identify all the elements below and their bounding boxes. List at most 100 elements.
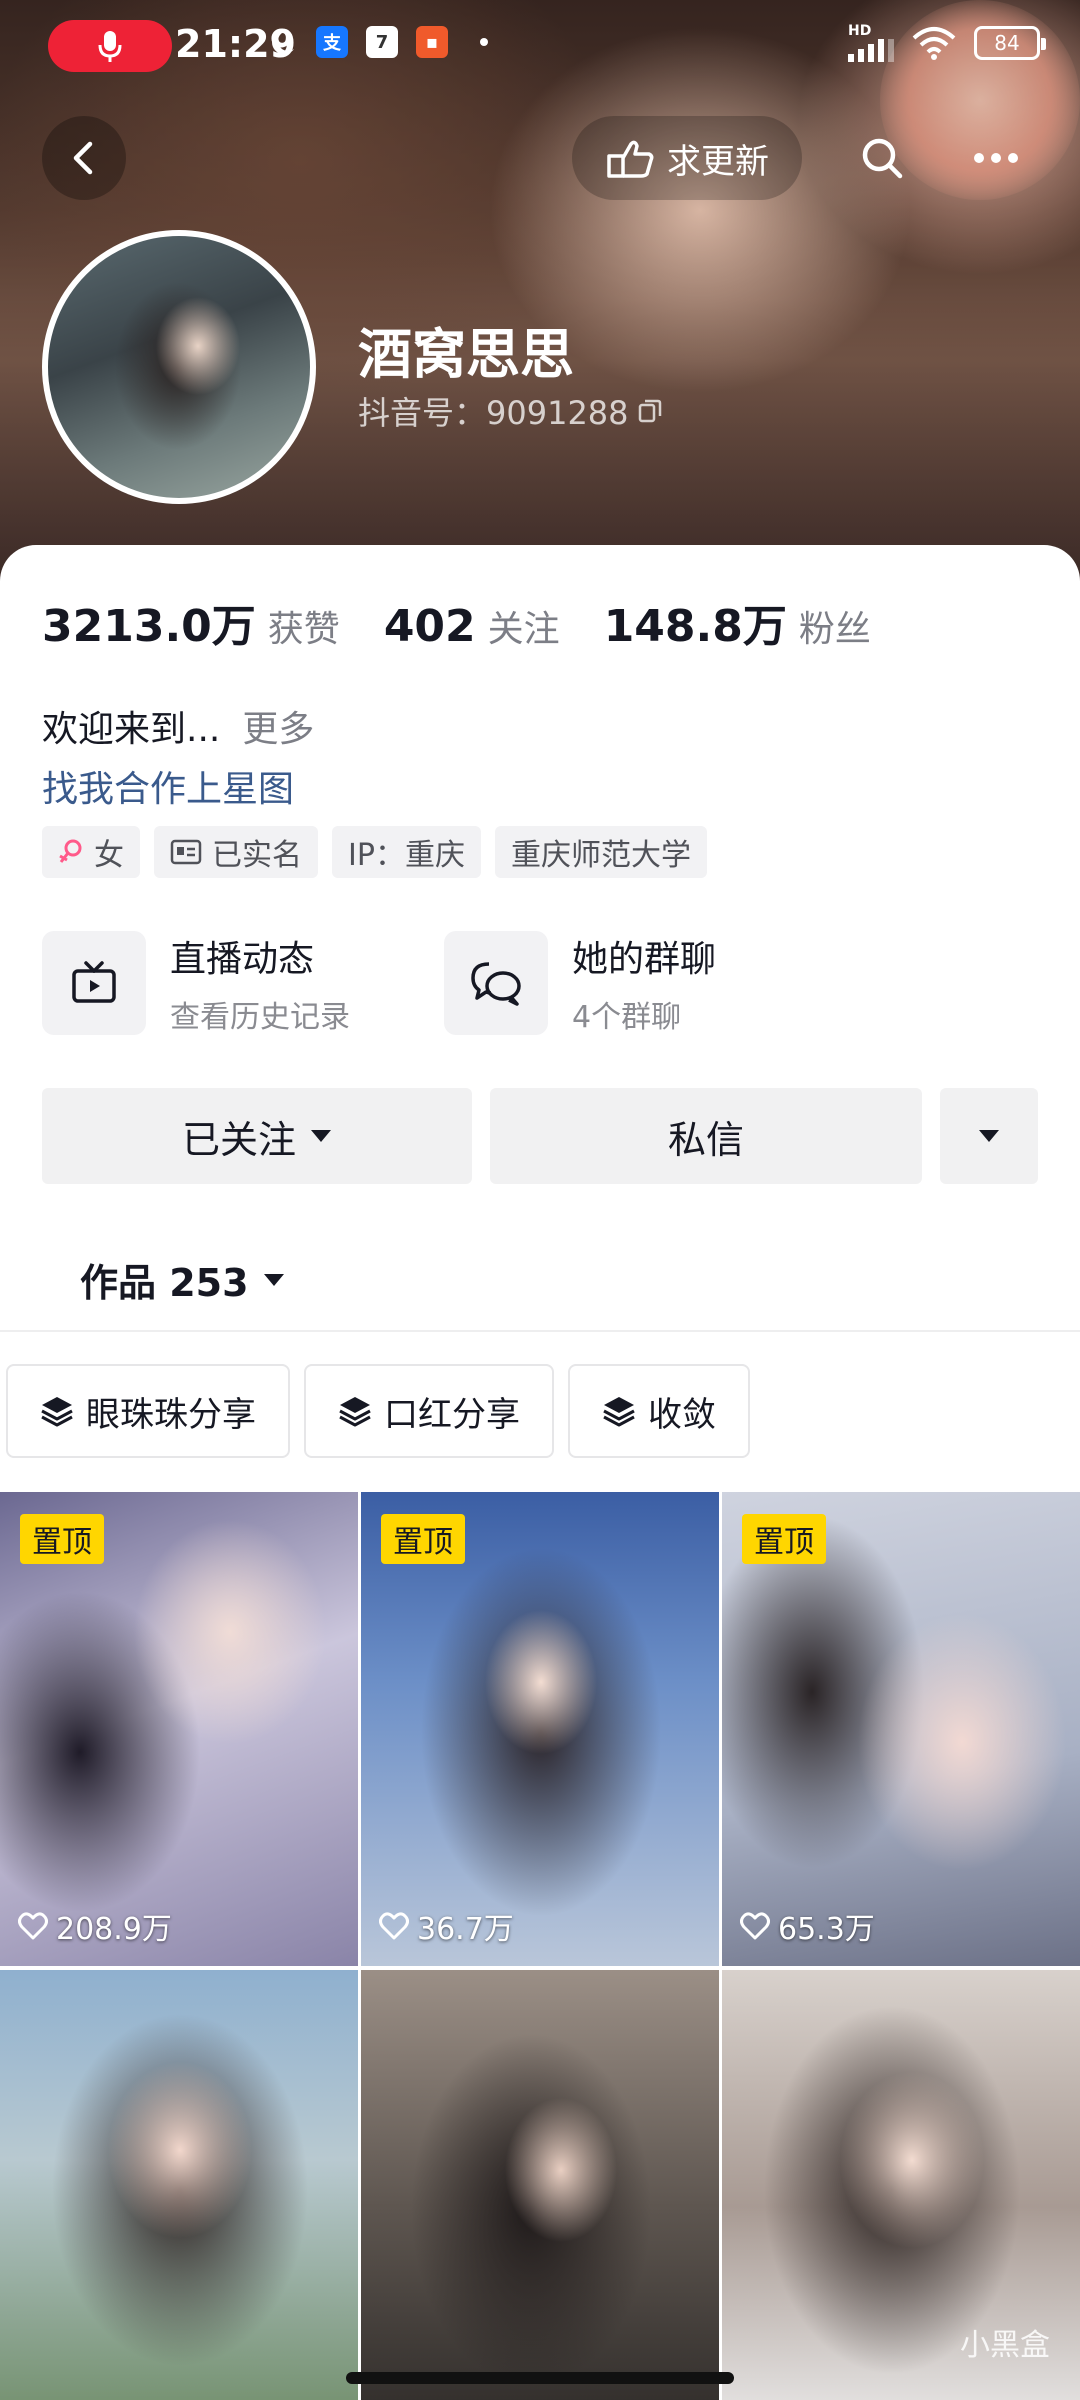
video-likes: 208.9万	[18, 1904, 172, 1948]
layers-icon	[339, 1397, 371, 1427]
video-thumbnail[interactable]	[361, 1970, 719, 2400]
ip-tag: IP：重庆	[332, 826, 481, 878]
bio-text: 欢迎来到...	[42, 709, 221, 750]
status-bar: 21:29 支 7 ▪ HD 84	[0, 0, 1080, 90]
notification-dot-icon	[480, 38, 488, 46]
video-likes: 65.3万	[740, 1904, 875, 1948]
more-dots-icon	[974, 153, 1018, 163]
section-divider	[0, 1330, 1080, 1332]
video-thumbnail[interactable]	[0, 1970, 358, 2400]
video-likes: 36.7万	[379, 1904, 514, 1948]
caret-down-icon	[979, 1130, 999, 1142]
works-tab[interactable]: 作品 253	[80, 1252, 285, 1307]
layers-icon	[603, 1397, 635, 1427]
video-thumbnail[interactable]: 置顶 65.3万	[722, 1492, 1080, 1966]
pinned-badge: 置顶	[20, 1514, 104, 1564]
copy-icon[interactable]	[637, 398, 663, 424]
video-likes-count: 208.9万	[56, 1912, 172, 1947]
home-indicator[interactable]	[346, 2372, 734, 2384]
group-chat-title: 她的群聊	[572, 939, 717, 980]
request-update-label: 求更新	[667, 141, 769, 182]
group-chat-subtitle: 4个群聊	[572, 1000, 682, 1035]
verified-label: 已实名	[212, 838, 302, 873]
followers-count: 148.8万	[603, 601, 787, 652]
video-thumbnail[interactable]: 置顶 208.9万	[0, 1492, 358, 1966]
followers-label: 粉丝	[798, 609, 871, 650]
heart-icon	[740, 1912, 770, 1940]
caret-down-icon	[263, 1273, 284, 1286]
search-icon	[862, 138, 903, 179]
calendar-day: 7	[375, 31, 389, 53]
likes-label: 获赞	[267, 609, 340, 650]
search-button[interactable]	[840, 116, 924, 200]
bio: 欢迎来到... 更多	[42, 700, 314, 752]
clipboard-app-icon: ▪	[416, 26, 448, 58]
following-button-label: 已关注	[181, 1117, 296, 1162]
mic-recording-indicator	[48, 20, 172, 72]
profile-stats: 3213.0万 获赞 402 关注 148.8万 粉丝	[42, 590, 871, 654]
watermark-text: 小黑盒	[960, 2328, 1050, 2363]
video-likes-count: 65.3万	[778, 1912, 875, 1947]
hd-label: HD	[848, 23, 872, 39]
back-arrow-icon	[73, 141, 93, 175]
video-grid: 置顶 208.9万 置顶 36.7万 置顶 65.3万	[0, 1492, 1080, 2400]
battery-level: 84	[994, 31, 1020, 55]
collection-chips: 眼珠珠分享 口红分享 收敛	[6, 1364, 750, 1458]
works-tab-label: 作品 253	[80, 1261, 249, 1305]
verified-tag: 已实名	[154, 826, 318, 878]
star-map-link[interactable]: 找我合作上星图	[42, 760, 294, 812]
collection-label: 收敛	[648, 1394, 716, 1435]
caret-down-icon	[311, 1130, 331, 1142]
school-label: 重庆师范大学	[510, 838, 691, 873]
female-icon	[59, 839, 82, 863]
live-history-entry[interactable]: 直播动态 查看历史记录	[42, 930, 350, 1036]
collection-label: 眼珠珠分享	[86, 1394, 256, 1435]
tv-live-icon	[72, 961, 116, 1003]
microphone-icon	[98, 31, 122, 62]
ip-label: IP：重庆	[348, 838, 465, 873]
douyin-id[interactable]: 抖音号：9091288	[358, 388, 663, 434]
live-history-title: 直播动态	[170, 939, 315, 980]
profile-tags: 女 已实名 IP：重庆 重庆师范大学	[42, 826, 707, 878]
following-button[interactable]: 已关注	[42, 1088, 472, 1184]
recommend-toggle-button[interactable]	[940, 1088, 1038, 1184]
heart-icon	[18, 1912, 48, 1940]
bio-more-link[interactable]: 更多	[242, 709, 314, 750]
live-history-subtitle: 查看历史记录	[170, 1000, 350, 1035]
following-label: 关注	[487, 609, 560, 650]
pointing-hand-icon	[607, 140, 654, 178]
moon-icon	[272, 30, 294, 55]
group-chat-entry[interactable]: 她的群聊 4个群聊	[444, 930, 716, 1036]
following-stat[interactable]: 402 关注	[384, 600, 560, 652]
douyin-id-text: 抖音号：9091288	[358, 394, 629, 432]
collection-chip[interactable]: 收敛	[568, 1364, 750, 1458]
profile-name: 酒窝思思	[358, 323, 574, 386]
more-options-button[interactable]	[954, 116, 1038, 200]
gender-tag: 女	[42, 826, 140, 878]
gender-label: 女	[94, 838, 124, 873]
signal-icon: HD	[848, 24, 894, 62]
request-update-button[interactable]: 求更新	[572, 116, 802, 200]
profile-avatar[interactable]	[42, 230, 316, 504]
alipay-icon: 支	[316, 26, 348, 58]
video-likes-count: 36.7万	[417, 1912, 514, 1947]
collection-chip[interactable]: 眼珠珠分享	[6, 1364, 290, 1458]
following-count: 402	[383, 601, 476, 652]
likes-stat[interactable]: 3213.0万 获赞	[42, 590, 340, 654]
battery-icon: 84	[974, 26, 1046, 60]
watermark: 小黑盒	[960, 2320, 1050, 2364]
collection-label: 口红分享	[384, 1394, 520, 1435]
video-thumbnail[interactable]: 置顶 36.7万	[361, 1492, 719, 1966]
calendar-icon: 7	[366, 26, 398, 58]
pinned-badge: 置顶	[381, 1514, 465, 1564]
id-card-icon	[170, 839, 202, 865]
wifi-icon	[912, 27, 956, 60]
message-button[interactable]: 私信	[490, 1088, 922, 1184]
layers-icon	[41, 1397, 73, 1427]
school-tag[interactable]: 重庆师范大学	[494, 826, 707, 878]
back-button[interactable]	[42, 116, 126, 200]
message-button-label: 私信	[667, 1117, 744, 1162]
collection-chip[interactable]: 口红分享	[304, 1364, 554, 1458]
followers-stat[interactable]: 148.8万 粉丝	[604, 590, 871, 654]
heart-icon	[379, 1912, 409, 1940]
